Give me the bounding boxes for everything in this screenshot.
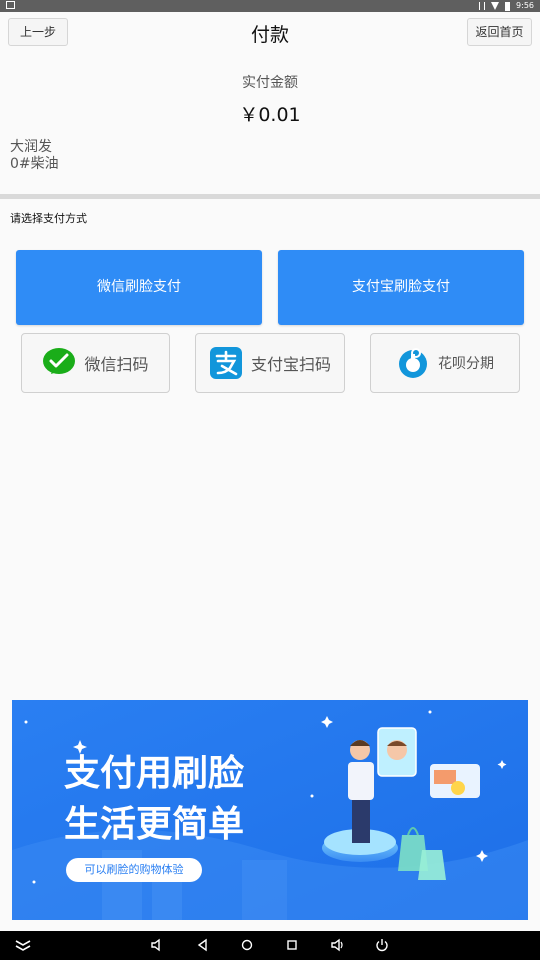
huabei-label: 花呗分期 (438, 356, 494, 372)
notification-icon (6, 1, 15, 9)
amount-label: 实付金额 (242, 75, 298, 91)
recent-apps-icon[interactable] (285, 938, 299, 952)
bluetooth-icon (479, 2, 486, 10)
alipay-scan-label: 支付宝扫码 (250, 355, 331, 374)
banner-tag: 可以刷脸的购物体验 (84, 863, 184, 876)
volume-up-icon[interactable] (330, 938, 346, 952)
promo-banner: 支付用刷脸 生活更简单 可以刷脸的购物体验 (12, 700, 528, 920)
collapse-icon[interactable] (14, 938, 32, 952)
section-divider (0, 194, 540, 199)
home-nav-icon[interactable] (240, 938, 254, 952)
banner-headline-1: 支付用刷脸 (64, 753, 245, 794)
wechat-scan-button[interactable]: 微信扫码 (21, 333, 170, 393)
payment-method-prompt: 请选择支付方式 (10, 212, 87, 225)
battery-icon (505, 1, 511, 11)
huabei-installment-button[interactable]: 花呗分期 (370, 333, 520, 393)
wechat-face-pay-button[interactable]: 微信刷脸支付 (16, 250, 262, 325)
product-name: 0#柴油 (10, 156, 59, 172)
huabei-icon (399, 348, 427, 378)
header: 上一步 付款 返回首页 (0, 12, 540, 58)
volume-down-icon[interactable] (150, 938, 164, 952)
wechat-icon (43, 348, 76, 374)
wechat-scan-label: 微信扫码 (84, 355, 149, 374)
wifi-icon (491, 2, 500, 10)
navigation-bar (0, 931, 540, 960)
alipay-icon (209, 347, 242, 379)
alipay-face-pay-button[interactable]: 支付宝刷脸支付 (278, 250, 524, 325)
power-icon[interactable] (375, 938, 389, 952)
banner-headline-2: 生活更简单 (64, 804, 245, 845)
alipay-scan-button[interactable]: 支付宝扫码 (195, 333, 345, 393)
home-button[interactable]: 返回首页 (467, 18, 532, 46)
status-time: 9:56 (516, 1, 534, 10)
back-nav-icon[interactable] (196, 938, 210, 952)
page-title: 付款 (250, 24, 289, 46)
amount-value: ￥0.01 (239, 104, 301, 126)
status-bar: 9:56 (0, 0, 540, 12)
